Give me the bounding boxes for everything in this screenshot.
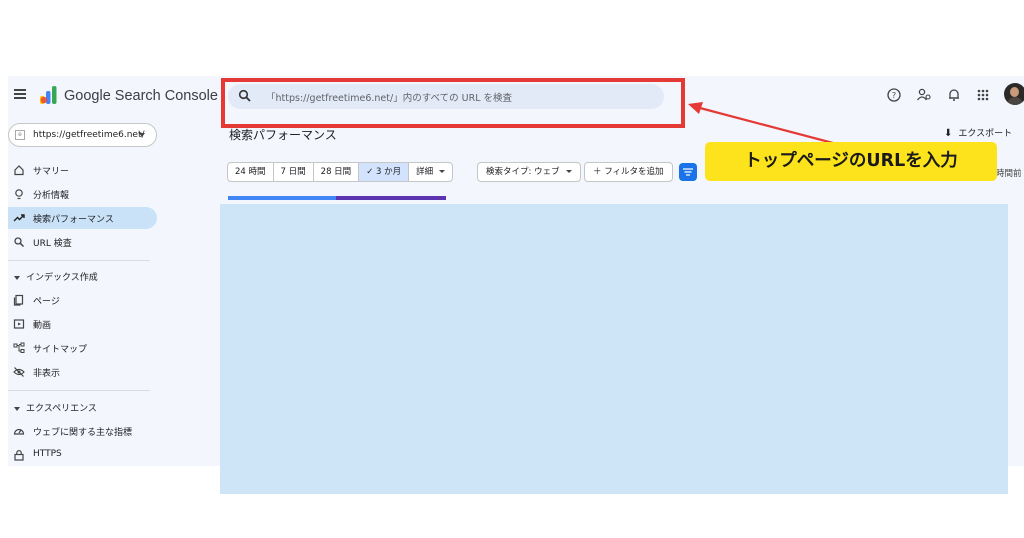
sidebar-item-pages[interactable]: ページ <box>8 289 157 311</box>
page-title: 検索パフォーマンス <box>229 128 337 142</box>
sidebar-item-core-web-vitals[interactable]: ウェブに関する主な指標 <box>8 420 157 442</box>
visibility-off-icon <box>13 367 25 377</box>
help-icon[interactable]: ? <box>886 87 902 103</box>
sitemap-icon <box>13 342 25 353</box>
sidebar-item-summary[interactable]: サマリー <box>8 159 157 181</box>
app-title: Google Search Console <box>64 88 218 104</box>
add-filter-button[interactable]: ＋ フィルタを追加 <box>584 162 673 182</box>
caret-down-icon <box>439 170 446 173</box>
search-icon <box>14 237 25 248</box>
metric-card-tabs <box>228 196 446 200</box>
filter-settings-icon[interactable] <box>679 163 697 181</box>
sidebar-item-label: 分析情報 <box>33 191 70 201</box>
callout-text: トップページのURLを入力 <box>744 151 958 171</box>
sidebar-item-videos[interactable]: 動画 <box>8 313 157 335</box>
annotation-callout: トップページのURLを入力 <box>705 142 997 181</box>
search-bar-highlight <box>221 78 685 128</box>
site-favicon-icon: e <box>15 130 25 140</box>
sidebar-item-label: HTTPS <box>33 449 62 459</box>
sidebar-item-https[interactable]: HTTPS <box>8 444 157 466</box>
sidebar-item-performance[interactable]: 検索パフォーマンス <box>8 207 157 229</box>
caret-down-icon <box>14 275 20 280</box>
add-filter-label: ＋ フィルタを追加 <box>593 167 664 177</box>
date-more-label: 詳細 <box>416 167 434 177</box>
download-icon: ⬇ <box>944 128 953 139</box>
svg-text:?: ? <box>892 91 896 100</box>
sidebar-item-label: ウェブに関する主な指標 <box>33 428 133 438</box>
sidebar-item-removals[interactable]: 非表示 <box>8 361 157 383</box>
property-selector[interactable]: e https://getfreetime6.net/ <box>8 123 157 147</box>
search-type-chip[interactable]: 検索タイプ: ウェブ <box>477 162 581 182</box>
metric-tab-impressions[interactable] <box>336 196 446 200</box>
caret-down-icon <box>14 406 20 411</box>
last-updated-text: 時間前 <box>996 169 1022 179</box>
property-url: https://getfreetime6.net/ <box>33 130 145 140</box>
video-icon <box>13 319 25 329</box>
account-avatar[interactable] <box>1004 83 1024 105</box>
date-chip-more[interactable]: 詳細 <box>409 163 452 181</box>
sidebar-section-indexing[interactable]: インデックス作成 <box>14 270 98 283</box>
sidebar-section-experience[interactable]: エクスペリエンス <box>14 401 97 414</box>
trending-up-icon <box>13 214 25 222</box>
date-chip-3m[interactable]: ✓ 3 か月 <box>359 163 410 181</box>
sidebar-item-label: 非表示 <box>33 369 61 379</box>
sidebar-item-sitemaps[interactable]: サイトマップ <box>8 337 157 359</box>
export-label: エクスポート <box>958 129 1013 139</box>
pages-icon <box>13 294 24 306</box>
sidebar-item-label: 動画 <box>33 321 52 331</box>
sidebar-item-label: サイトマップ <box>33 345 88 355</box>
sidebar-item-insights[interactable]: 分析情報 <box>8 183 157 205</box>
metric-tab-clicks[interactable] <box>228 196 336 200</box>
export-button[interactable]: ⬇ エクスポート <box>944 126 1012 139</box>
date-chip-28d[interactable]: 28 日間 <box>314 163 360 181</box>
sidebar-item-label: 検索パフォーマンス <box>33 215 114 225</box>
section-title: エクスペリエンス <box>26 404 97 414</box>
caret-down-icon <box>565 170 572 173</box>
sidebar-item-label: URL 検査 <box>33 239 72 249</box>
date-chip-7d[interactable]: 7 日間 <box>274 163 314 181</box>
sidebar-item-label: サマリー <box>33 167 70 177</box>
apps-grid-icon[interactable] <box>975 87 991 103</box>
chevron-down-icon <box>139 133 145 137</box>
sidebar-divider <box>8 260 150 261</box>
content-overlay <box>220 204 1008 494</box>
date-range-chips: 24 時間 7 日間 28 日間 ✓ 3 か月 詳細 <box>227 162 454 182</box>
lightbulb-icon <box>15 189 23 200</box>
sidebar-divider <box>8 390 150 391</box>
lock-icon <box>14 450 24 461</box>
section-title: インデックス作成 <box>26 273 98 283</box>
menu-icon[interactable] <box>14 89 26 99</box>
notifications-bell-icon[interactable] <box>946 87 962 103</box>
search-console-logo-icon <box>40 86 57 104</box>
speedometer-icon <box>13 428 25 435</box>
stage: Google Search Console 「https://getfreeti… <box>0 0 1024 538</box>
sidebar-item-url-inspection[interactable]: URL 検査 <box>8 231 157 253</box>
sidebar-item-label: ページ <box>33 297 60 307</box>
search-type-label: 検索タイプ: ウェブ <box>486 167 560 177</box>
home-icon <box>14 165 24 176</box>
date-chip-24h[interactable]: 24 時間 <box>228 163 274 181</box>
manage-users-icon[interactable] <box>916 87 932 103</box>
